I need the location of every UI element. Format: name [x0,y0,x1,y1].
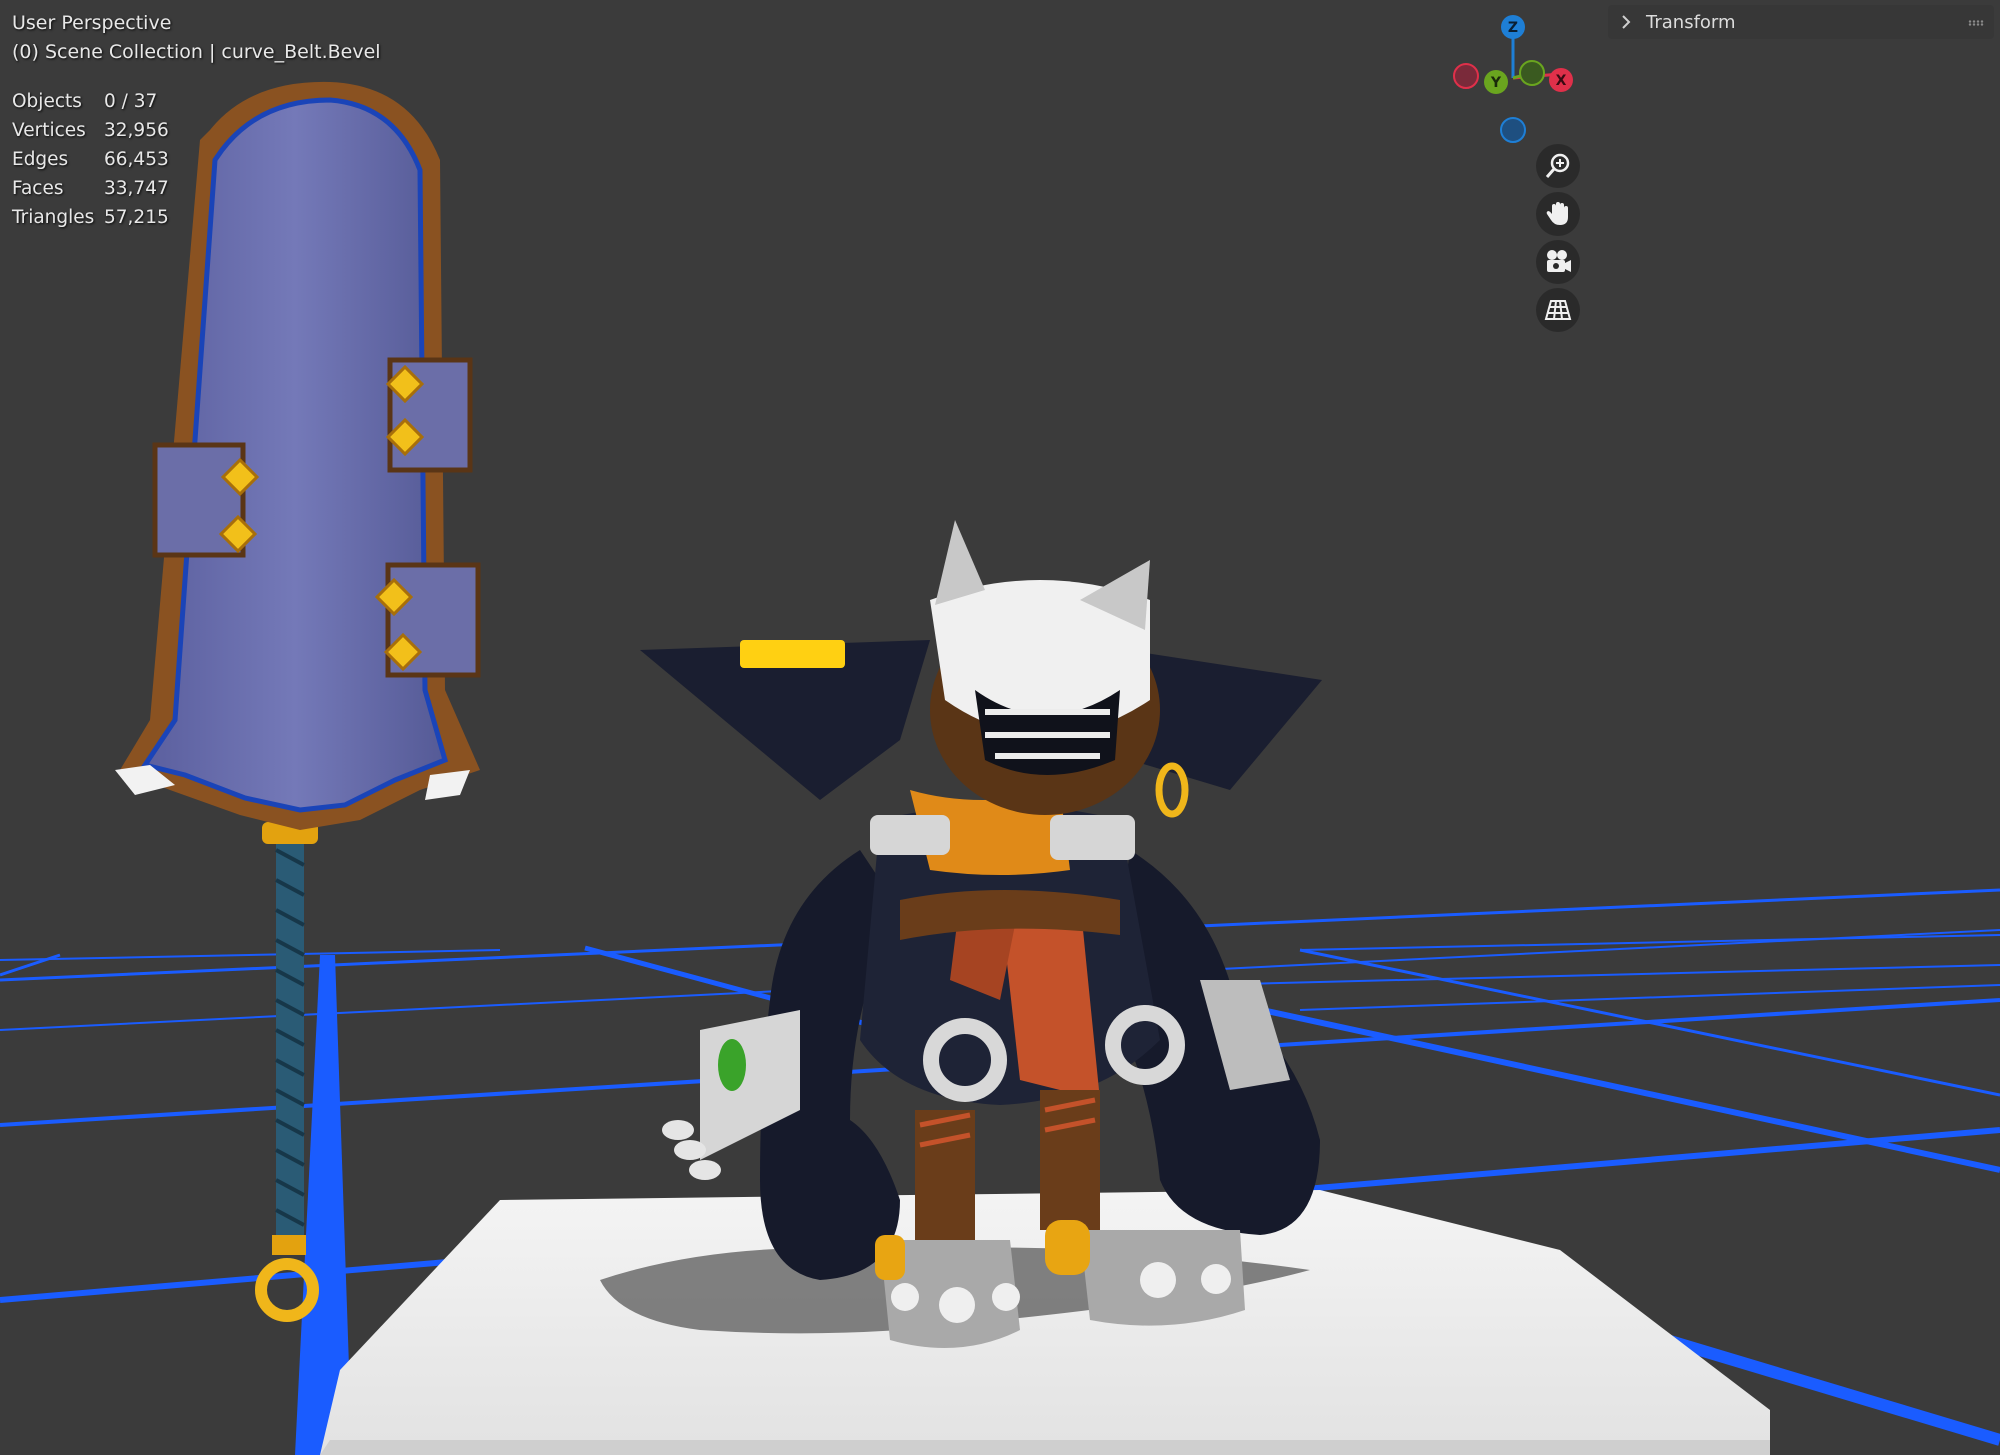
perspective-grid-icon [1544,300,1572,320]
scene-render [0,81,2000,1455]
stat-value: 33,747 [104,178,169,199]
banner-staff [115,81,481,1322]
camera-icon [1547,250,1571,272]
transform-panel-header[interactable]: Transform [1608,5,1994,39]
gizmo-neg-y[interactable] [1519,60,1545,86]
stat-row-edges: Edges 66,453 [12,145,169,174]
gizmo-neg-z[interactable] [1500,117,1526,143]
panel-title: Transform [1646,11,1736,33]
navigation-gizmo[interactable]: Z Y X [1440,10,1590,150]
stat-row-objects: Objects 0 / 37 [12,87,169,116]
svg-text:X: X [1556,73,1567,89]
stat-label: Triangles [12,207,95,228]
camera-view-button[interactable] [1536,240,1580,284]
pan-hand-icon [1546,202,1568,225]
pan-button[interactable] [1536,192,1580,236]
stat-label: Objects [12,91,82,112]
gizmo-x-axis[interactable]: X [1549,68,1573,92]
stat-label: Vertices [12,120,86,141]
perspective-toggle-button[interactable] [1536,288,1580,332]
zoom-button[interactable] [1536,144,1580,188]
svg-text:Y: Y [1490,75,1502,91]
stat-value: 0 / 37 [104,91,158,112]
collection-info: (0) Scene Collection | curve_Belt.Bevel [12,41,381,63]
view-name: User Perspective [12,12,172,34]
stat-row-faces: Faces 33,747 [12,174,169,203]
scene-stats: Objects 0 / 37 Vertices 32,956 Edges 66,… [12,87,169,232]
gizmo-neg-x[interactable] [1453,63,1479,89]
svg-text:Z: Z [1508,20,1518,36]
chevron-right-icon [1620,14,1640,30]
drag-grip-icon[interactable] [1968,20,1984,26]
stat-value: 66,453 [104,149,169,170]
gizmo-z-axis[interactable]: Z [1501,15,1525,39]
stat-value: 57,215 [104,207,169,228]
stat-label: Faces [12,178,64,199]
stat-label: Edges [12,149,69,170]
stat-row-vertices: Vertices 32,956 [12,116,169,145]
stat-row-triangles: Triangles 57,215 [12,203,169,232]
zoom-icon [1545,153,1570,178]
3d-viewport[interactable]: User Perspective (0) Scene Collection | … [0,0,2000,1455]
gizmo-y-axis[interactable]: Y [1484,70,1508,94]
stat-value: 32,956 [104,120,169,141]
